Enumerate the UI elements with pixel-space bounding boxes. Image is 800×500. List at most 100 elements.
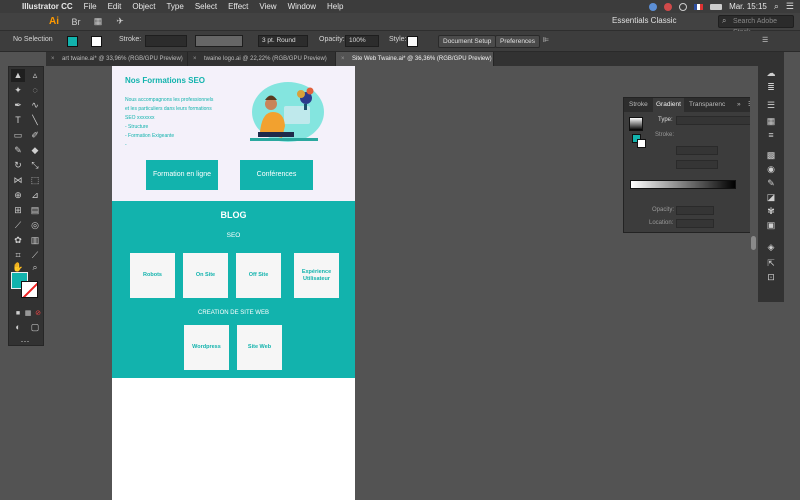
card-site-web[interactable]: Site Web xyxy=(237,325,282,370)
tab-stroke[interactable]: Stroke xyxy=(626,98,651,112)
column-graph-icon[interactable]: ▥ xyxy=(28,234,42,247)
document-setup-button[interactable]: Document Setup xyxy=(438,35,497,48)
stroke-swatch[interactable] xyxy=(21,281,38,298)
mesh-icon[interactable]: ⊞ xyxy=(11,204,25,217)
wifi-icon[interactable] xyxy=(679,2,688,11)
card-on-site[interactable]: On Site xyxy=(183,253,228,298)
stroke-weight-field[interactable] xyxy=(145,35,187,47)
close-icon[interactable]: × xyxy=(341,52,345,66)
card-off-site[interactable]: Off Site xyxy=(236,253,281,298)
stock-search-input[interactable]: Search Adobe Stock xyxy=(718,15,794,36)
brush-definition[interactable]: 3 pt. Round xyxy=(258,35,308,47)
opacity-field[interactable]: 100% xyxy=(345,35,379,47)
align-icon[interactable]: ⊫ xyxy=(543,36,549,44)
symbol-sprayer-icon[interactable]: ✿ xyxy=(11,234,25,247)
export-icon[interactable]: ⇱ xyxy=(765,258,777,268)
menu-type[interactable]: Type xyxy=(166,2,183,11)
libraries-icon[interactable]: ☁ xyxy=(765,68,777,78)
gradient-slider[interactable] xyxy=(630,180,736,189)
color-icon[interactable]: ◉ xyxy=(765,164,777,174)
stroke-panel-icon[interactable]: ≡ xyxy=(765,130,777,140)
edit-toolbar-icon[interactable]: ⋯ xyxy=(18,335,32,348)
card-experience-utilisateur[interactable]: Expérience Utilisateur xyxy=(294,253,339,298)
brushes-icon[interactable]: ✎ xyxy=(765,178,777,188)
battery-icon[interactable] xyxy=(710,3,723,10)
swatches-icon[interactable]: ▩ xyxy=(765,150,777,160)
menu-edit[interactable]: Edit xyxy=(108,2,122,11)
shaper-icon[interactable]: ✎ xyxy=(11,144,25,157)
selection-tool-icon[interactable]: ▲ xyxy=(11,69,25,82)
perspective-icon[interactable]: ⊿ xyxy=(28,189,42,202)
card-robots[interactable]: Robots xyxy=(130,253,175,298)
rectangle-icon[interactable]: ▭ xyxy=(11,129,25,142)
arrange-icon[interactable]: ▦ xyxy=(90,16,106,28)
panel-menu-icon[interactable]: ☰ xyxy=(762,36,768,44)
conferences-button[interactable]: Conférences xyxy=(240,160,313,190)
angle-field[interactable] xyxy=(676,146,718,155)
workspace-switcher[interactable]: Essentials Classic xyxy=(612,16,676,25)
scroll-thumb[interactable] xyxy=(751,236,756,250)
tab-art-twaine[interactable]: × art twaine.ai* @ 33,96% (RGB/GPU Previ… xyxy=(46,52,188,66)
rotate-icon[interactable]: ↻ xyxy=(11,159,25,172)
curvature-icon[interactable]: ∿ xyxy=(28,99,42,112)
menu-select[interactable]: Select xyxy=(195,2,217,11)
eraser-icon[interactable]: ◆ xyxy=(28,144,42,157)
close-icon[interactable]: × xyxy=(51,52,55,66)
magic-wand-icon[interactable]: ✦ xyxy=(11,84,25,97)
flag-icon[interactable] xyxy=(694,3,704,10)
notification-center-icon[interactable]: ☰ xyxy=(786,1,794,12)
artboards-icon[interactable]: ◈ xyxy=(765,242,777,252)
variable-width-profile[interactable] xyxy=(195,35,243,47)
tab-twaine-logo[interactable]: × twaine logo.ai @ 22,22% (RGB/GPU Previ… xyxy=(188,52,336,66)
collapse-icon[interactable]: » xyxy=(734,98,744,112)
properties-icon[interactable]: ☰ xyxy=(765,100,777,110)
paintbrush-icon[interactable]: ✐ xyxy=(28,129,42,142)
shape-builder-icon[interactable]: ⊕ xyxy=(11,189,25,202)
pen-icon[interactable]: ✒ xyxy=(11,99,25,112)
gradient-tool-icon[interactable]: ▤ xyxy=(28,204,42,217)
menu-effect[interactable]: Effect xyxy=(228,2,248,11)
symbols-icon[interactable]: ✾ xyxy=(765,206,777,216)
formation-en-ligne-button[interactable]: Formation en ligne xyxy=(146,160,218,190)
draw-mode-icon[interactable]: ◐ xyxy=(11,321,25,334)
tab-gradient[interactable]: Gradient xyxy=(653,98,684,112)
gradient-panel-icon[interactable]: ▦ xyxy=(765,116,777,126)
bridge-icon[interactable]: Br xyxy=(68,16,84,28)
free-transform-icon[interactable]: ⬚ xyxy=(28,174,42,187)
menu-help[interactable]: Help xyxy=(327,2,343,11)
tab-transparency[interactable]: Transparenc xyxy=(686,98,728,112)
spotlight-icon[interactable]: ⌕ xyxy=(774,1,779,12)
preferences-button[interactable]: Preferences xyxy=(495,35,541,48)
blend-icon[interactable]: ◎ xyxy=(28,219,42,232)
gradient-type-select[interactable] xyxy=(676,116,754,125)
layers-icon[interactable]: ≣ xyxy=(765,82,777,92)
image-trace-icon[interactable]: ▣ xyxy=(765,220,777,230)
opacity-field[interactable] xyxy=(676,206,714,215)
menu-object[interactable]: Object xyxy=(132,2,155,11)
menu-file[interactable]: File xyxy=(84,2,97,11)
artboard[interactable]: Nos Formations SEO Nous accompagnons les… xyxy=(112,66,355,500)
close-icon[interactable]: × xyxy=(193,52,197,66)
direct-selection-icon[interactable]: ▵ xyxy=(28,69,42,82)
appearance-icon[interactable]: ◪ xyxy=(765,192,777,202)
line-segment-icon[interactable]: ╲ xyxy=(28,114,42,127)
vertical-scrollbar[interactable] xyxy=(750,66,758,500)
eyedropper-icon[interactable]: ⟋ xyxy=(11,219,25,232)
screen-mode-icon[interactable]: ▢ xyxy=(28,321,42,334)
stroke-color-swatch[interactable] xyxy=(91,36,102,47)
menu-app-name[interactable]: Illustrator CC xyxy=(22,2,73,11)
none-mode-icon[interactable]: ⊘ xyxy=(31,307,45,320)
graphic-style-swatch[interactable] xyxy=(407,36,418,47)
width-icon[interactable]: ⋈ xyxy=(11,174,25,187)
menu-view[interactable]: View xyxy=(259,2,276,11)
tab-site-web-twaine[interactable]: × Site Web Twaine.ai* @ 36,36% (RGB/GPU … xyxy=(336,52,494,66)
fill-color-swatch[interactable] xyxy=(67,36,78,47)
gradient-stroke-swatch[interactable] xyxy=(637,139,646,148)
card-wordpress[interactable]: Wordpress xyxy=(184,325,229,370)
creative-cloud-icon[interactable] xyxy=(664,2,673,11)
transform-icon[interactable]: ⊡ xyxy=(765,272,777,282)
zoom-icon[interactable]: ⌕ xyxy=(28,261,42,274)
gpu-icon[interactable]: ✈ xyxy=(112,16,128,28)
type-icon[interactable]: T xyxy=(11,114,25,127)
location-field[interactable] xyxy=(676,219,714,228)
